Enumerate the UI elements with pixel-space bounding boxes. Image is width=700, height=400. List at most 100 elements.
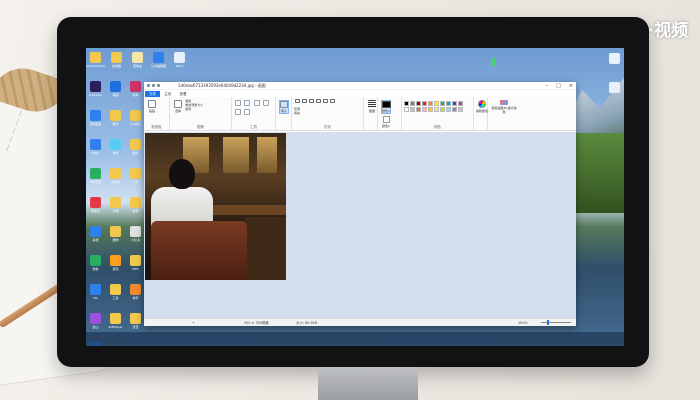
size-button[interactable]: 粗细	[367, 100, 377, 114]
paint-window: 1d0eae6713393593e04049d2234.jpg - 画图 – □…	[144, 82, 576, 326]
brush-button[interactable]: 刷子	[279, 100, 289, 114]
cursor-position-icon: +	[192, 320, 195, 325]
desktop-icon[interactable]: 360安全	[86, 165, 105, 192]
desktop-icon[interactable]: 软件	[106, 136, 125, 163]
desktop-icon[interactable]: 回收站	[128, 50, 147, 75]
color-swatch[interactable]	[446, 101, 451, 106]
eraser-icon[interactable]	[262, 100, 269, 106]
color-swatch[interactable]	[422, 107, 427, 112]
star-shape-icon[interactable]	[330, 99, 335, 103]
canvas-image[interactable]	[145, 133, 286, 280]
close-button[interactable]: ×	[569, 83, 573, 89]
color-swatch[interactable]	[410, 101, 415, 106]
desktop-icon[interactable]: 控制面板	[86, 107, 105, 134]
app-icon	[90, 52, 101, 63]
desktop-icon[interactable]: 美图	[106, 78, 125, 105]
group-clipboard: 粘贴 剪贴板	[144, 97, 170, 130]
desktop-icon[interactable]: 新建	[126, 194, 145, 221]
color-swatch[interactable]	[410, 107, 415, 112]
desktop-icon-right-2[interactable]	[605, 80, 624, 105]
desktop-icon[interactable]: 工具	[106, 281, 125, 308]
color2-button[interactable]: 颜色2	[381, 116, 391, 130]
text-icon[interactable]	[253, 100, 260, 106]
paint-app-icon	[147, 84, 150, 87]
desktop-icon-label: 文件夹	[110, 180, 120, 184]
undo-icon[interactable]	[157, 84, 160, 87]
color-swatch[interactable]	[458, 107, 463, 112]
color-swatch[interactable]	[440, 107, 445, 112]
color1-button[interactable]: 颜色1	[381, 100, 391, 114]
desktop-icon[interactable]: 图片	[126, 136, 145, 163]
desktop-icon[interactable]: QQ音乐	[126, 107, 145, 134]
desktop-icon[interactable]: 小红书	[126, 223, 145, 250]
desktop-icon[interactable]: 游戏	[106, 252, 125, 279]
desktop-icon[interactable]: AE	[126, 165, 145, 192]
color-swatch[interactable]	[428, 101, 433, 106]
color-swatch[interactable]	[416, 101, 421, 106]
app-icon	[130, 168, 141, 179]
photo-window-3	[257, 137, 277, 173]
select-button[interactable]: 选择	[173, 100, 183, 114]
desktop-icon[interactable]: 快手	[126, 281, 145, 308]
app-icon	[90, 284, 101, 295]
save-icon[interactable]	[152, 84, 155, 87]
color-swatch[interactable]	[458, 101, 463, 106]
rect-shape-icon[interactable]	[316, 99, 321, 103]
app-icon	[130, 197, 141, 208]
color-swatch[interactable]	[434, 107, 439, 112]
desktop-icon[interactable]: Administrator	[86, 50, 105, 75]
maximize-button[interactable]: □	[556, 83, 561, 89]
color-swatch[interactable]	[452, 101, 457, 106]
pencil-icon[interactable]	[235, 100, 241, 106]
color-picker-icon[interactable]	[235, 109, 241, 115]
color-swatch[interactable]	[452, 107, 457, 112]
desktop-icon[interactable]: Word	[170, 50, 189, 75]
color-swatch[interactable]	[416, 107, 421, 112]
oval-shape-icon[interactable]	[309, 99, 314, 103]
desktop-icon[interactable]: 微信	[86, 252, 105, 279]
fill-icon[interactable]	[244, 100, 251, 106]
desktop-icon-label: 剪映	[132, 93, 139, 97]
triangle-shape-icon[interactable]	[323, 99, 328, 103]
desktop-icon[interactable]: 文件夹	[106, 165, 125, 192]
color-swatch[interactable]	[440, 101, 445, 106]
paint3d-button[interactable]: 使用画图3D进行编辑	[491, 100, 517, 114]
color-swatch[interactable]	[422, 101, 427, 106]
fill-button[interactable]: 填充	[294, 111, 361, 115]
curve-shape-icon[interactable]	[302, 99, 307, 103]
color-swatch[interactable]	[404, 107, 409, 112]
desktop-icon[interactable]: 网易云	[86, 194, 105, 221]
desktop-icon[interactable]: 系统	[86, 223, 105, 250]
desktop-icon-column-2: 美图 腾讯 软件 文件夹 文档 酷狗 游戏 工具 PotPlayer	[106, 78, 125, 339]
desktop-icon[interactable]: QQ	[86, 281, 105, 308]
desktop-icon[interactable]: 腾讯	[106, 107, 125, 134]
color-swatch[interactable]	[446, 107, 451, 112]
desktop-icon[interactable]: 此电脑	[107, 50, 126, 75]
color-swatch[interactable]	[428, 107, 433, 112]
zoom-slider-thumb[interactable]	[547, 320, 549, 325]
desktop-icon[interactable]: 剪映	[126, 78, 145, 105]
paste-button[interactable]: 粘贴	[147, 100, 157, 114]
desktop-icon[interactable]: 文档	[106, 194, 125, 221]
line-shape-icon[interactable]	[295, 99, 300, 103]
edit-colors-button[interactable]: 编辑颜色	[476, 100, 488, 114]
desktop-icon-right-1[interactable]	[605, 51, 624, 76]
file-size: 大小: 80.5KB	[296, 321, 318, 325]
magnifier-icon[interactable]	[244, 109, 251, 115]
desktop-icon[interactable]: Premiere	[86, 78, 105, 105]
desktop-icon[interactable]: Edge	[86, 136, 105, 163]
desktop-icon[interactable]: 公式编辑器	[149, 50, 168, 75]
desktop-icon[interactable]: 酷狗	[106, 223, 125, 250]
desktop-icon-label: 迅雷	[132, 325, 139, 329]
canvas-area[interactable]	[144, 132, 576, 318]
desktop-icon-label: 金山	[92, 325, 99, 329]
app-icon	[130, 284, 141, 295]
group-label-clipboard: 剪贴板	[151, 125, 162, 129]
group-active-colors: 颜色1 颜色2	[378, 97, 402, 130]
rotate-button[interactable]: 旋转	[185, 107, 203, 111]
zoom-slider-track[interactable]	[541, 322, 571, 323]
color-swatch[interactable]	[404, 101, 409, 106]
color-swatch[interactable]	[434, 101, 439, 106]
minimize-button[interactable]: –	[546, 83, 549, 89]
desktop-icon[interactable]: WPS	[126, 252, 145, 279]
